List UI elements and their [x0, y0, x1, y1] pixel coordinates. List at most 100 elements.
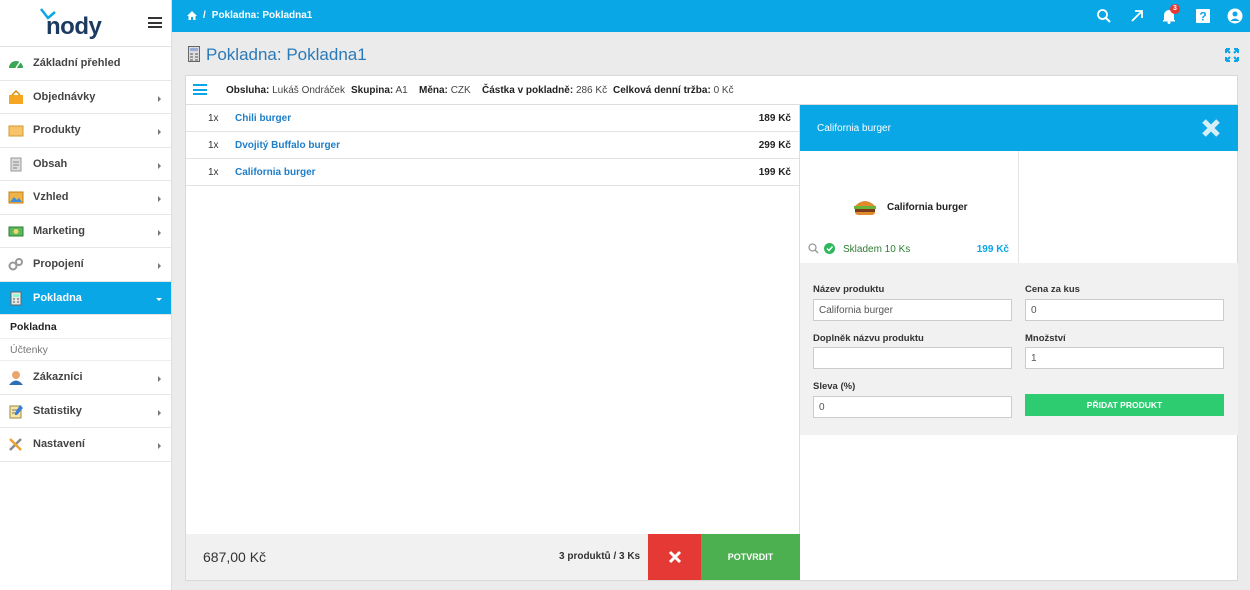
- calculator-icon: [10, 291, 22, 305]
- cart-row[interactable]: 1x California burger 199 Kč: [186, 159, 799, 186]
- sidebar-item-nastaveni[interactable]: Nastavení: [0, 428, 171, 462]
- cancel-order-button[interactable]: [648, 534, 701, 580]
- list-menu-icon[interactable]: [193, 84, 207, 95]
- name-suffix-input[interactable]: [813, 347, 1012, 369]
- sidebar-item-vzhled[interactable]: Vzhled: [0, 181, 171, 215]
- cart-row-qty: 1x: [208, 113, 219, 124]
- info-group: Skupina: A1: [351, 85, 408, 96]
- fullscreen-icon[interactable]: [1225, 48, 1239, 62]
- logo-text: nody: [46, 13, 102, 40]
- sidebar-item-label: Nastavení: [33, 438, 85, 451]
- tools-icon: [9, 438, 22, 451]
- magnifier-icon[interactable]: [808, 243, 819, 254]
- sidebar-item-pokladna[interactable]: Pokladna: [0, 281, 171, 315]
- box-icon: [8, 125, 24, 137]
- product-card-name: California burger: [887, 202, 968, 213]
- sidebar-item-label: Obsah: [33, 157, 68, 170]
- sidebar-item-label: Marketing: [33, 224, 85, 237]
- info-cash: Částka v pokladně: 286 Kč: [482, 85, 608, 96]
- quantity-input[interactable]: [1025, 347, 1224, 369]
- close-icon[interactable]: [1201, 118, 1221, 138]
- sidebar-subitem-uctenky[interactable]: Účtenky: [0, 339, 171, 361]
- chevron-right-icon: [158, 95, 161, 102]
- chevron-down-icon: [156, 297, 162, 301]
- chevron-right-icon: [158, 229, 161, 236]
- logo[interactable]: nody: [0, 0, 171, 47]
- cart-row[interactable]: 1x Chili burger 189 Kč: [186, 105, 799, 132]
- confirm-button[interactable]: POTVRDIT: [701, 534, 800, 580]
- breadcrumb-current: Pokladna: Pokladna1: [211, 10, 313, 21]
- sidebar-item-label: Základní přehled: [33, 57, 121, 70]
- unit-price-input[interactable]: [1025, 299, 1224, 321]
- page-title: Pokladna: Pokladna1: [206, 45, 367, 64]
- sidebar-item-label: Objednávky: [33, 90, 96, 103]
- notepad-icon: [9, 404, 23, 418]
- user-account-icon[interactable]: [1227, 8, 1243, 24]
- product-form: Název produktu Cena za kus Doplněk názvu…: [800, 263, 1238, 435]
- image-icon: [8, 191, 24, 204]
- cart-row-price: 189 Kč: [758, 113, 791, 124]
- sidebar-subitem-pokladna[interactable]: Pokladna: [0, 315, 171, 339]
- sidebar-item-marketing[interactable]: Marketing: [0, 215, 171, 248]
- product-name-label: Název produktu: [813, 284, 885, 295]
- chevron-right-icon: [158, 443, 161, 449]
- stock-status: Skladem 10 Ks: [843, 244, 911, 255]
- calculator-icon: [188, 46, 200, 62]
- sidebar-item-label: Zákazníci: [33, 371, 83, 384]
- product-detail-header: California burger: [800, 105, 1238, 151]
- breadcrumb: / Pokladna: Pokladna1: [187, 10, 312, 21]
- info-currency: Měna: CZK: [419, 85, 471, 96]
- cart-row-price: 299 Kč: [758, 140, 791, 151]
- chevron-right-icon: [158, 409, 161, 416]
- close-icon: [668, 550, 682, 564]
- sidebar-item-zakaznici[interactable]: Zákazníci: [0, 361, 171, 395]
- unit-price-label: Cena za kus: [1025, 284, 1080, 295]
- add-product-button[interactable]: PŘIDAT PRODUKT: [1025, 394, 1224, 416]
- cart-row-price: 199 Kč: [758, 167, 791, 178]
- sidebar-item-label: Pokladna: [33, 291, 82, 304]
- search-icon[interactable]: [1096, 8, 1112, 24]
- sidebar-item-produkty[interactable]: Produkty: [0, 114, 171, 148]
- cart-row-qty: 1x: [208, 140, 219, 151]
- product-card-price: 199 Kč: [976, 244, 1009, 255]
- info-daily-revenue: Celková denní tržba: 0 Kč: [613, 85, 734, 96]
- discount-input[interactable]: [813, 396, 1012, 418]
- dashboard-icon: [9, 61, 23, 69]
- sidebar-item-statistiky[interactable]: Statistiky: [0, 395, 171, 428]
- product-detail-title: California burger: [817, 123, 891, 134]
- product-name-input[interactable]: [813, 299, 1012, 321]
- sidebar-item-obsah[interactable]: Obsah: [0, 148, 171, 181]
- chevron-right-icon: [158, 263, 161, 269]
- burger-icon: [854, 201, 876, 215]
- help-icon[interactable]: ?: [1195, 8, 1211, 24]
- chevron-right-icon: [158, 162, 161, 169]
- cart-row[interactable]: 1x Dvojitý Buffalo burger 299 Kč: [186, 132, 799, 159]
- cart-footer: 687,00 Kč 3 produktů / 3 Ks POTVRDIT: [186, 534, 800, 580]
- cart-count: 3 produktů / 3 Ks: [559, 551, 641, 562]
- quantity-label: Množství: [1025, 333, 1066, 344]
- user-icon: [9, 371, 23, 385]
- svg-text:?: ?: [1199, 10, 1206, 24]
- cart-row-name[interactable]: Chili burger: [235, 113, 291, 124]
- chevron-right-icon: [158, 376, 161, 382]
- external-link-arrow-icon[interactable]: [1129, 8, 1145, 24]
- product-card[interactable]: California burger Skladem 10 Ks 199 Kč: [800, 151, 1019, 263]
- sidebar: nody Základní přehled Objednávky Produkt…: [0, 0, 172, 590]
- pos-panel: Obsluha: Lukáš Ondráček Skupina: A1 Měna…: [185, 75, 1238, 581]
- sidebar-item-label: Vzhled: [33, 191, 69, 204]
- cart-row-name[interactable]: Dvojitý Buffalo burger: [235, 140, 340, 151]
- breadcrumb-separator: /: [203, 10, 206, 21]
- sidebar-item-zakladni-prehled[interactable]: Základní přehled: [0, 47, 171, 81]
- check-circle-icon: [824, 243, 835, 254]
- sidebar-item-label: Statistiky: [33, 404, 82, 417]
- hamburger-menu-icon[interactable]: [148, 17, 162, 28]
- sidebar-item-propojeni[interactable]: Propojení: [0, 248, 171, 282]
- gears-icon: [8, 258, 23, 271]
- cashier-info-bar: Obsluha: Lukáš Ondráček Skupina: A1 Měna…: [186, 76, 1237, 105]
- sidebar-item-objednavky[interactable]: Objednávky: [0, 81, 171, 114]
- cart-row-qty: 1x: [208, 167, 219, 178]
- home-icon[interactable]: [187, 11, 197, 20]
- top-bar: / Pokladna: Pokladna1: [172, 0, 1250, 32]
- cart-row-name[interactable]: California burger: [235, 167, 316, 178]
- money-icon: [8, 226, 24, 236]
